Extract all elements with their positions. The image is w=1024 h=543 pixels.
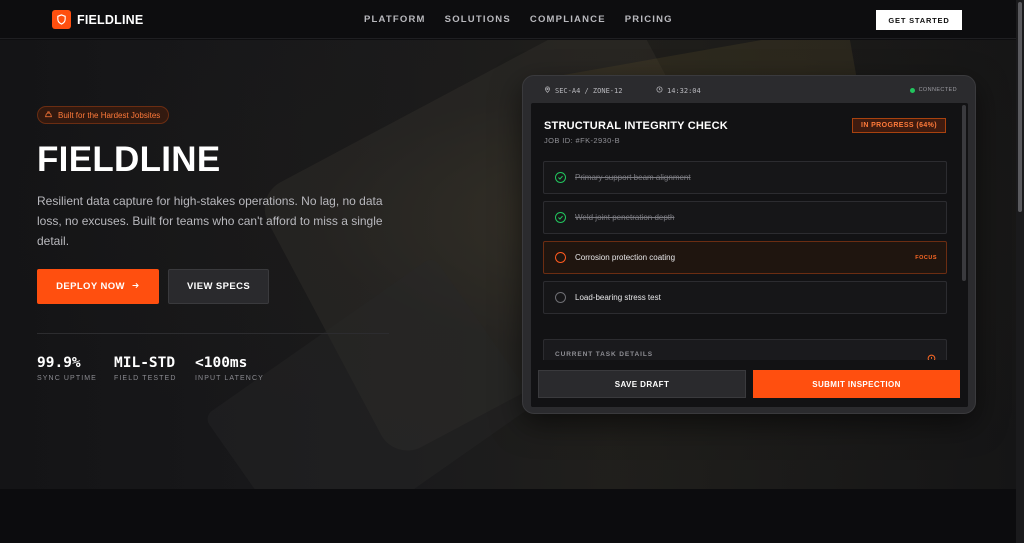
circle-icon <box>555 252 566 263</box>
stat-label: SYNC UPTIME <box>37 375 97 382</box>
screen-scrollbar[interactable] <box>962 105 966 281</box>
device-status-bar: SEC-A4 / ZONE-12 14:32:04 CONNECTED <box>523 76 975 103</box>
hero-divider <box>37 333 389 334</box>
stat-value: <100ms <box>195 355 248 371</box>
progress-badge: IN PROGRESS (64%) <box>852 118 946 133</box>
save-draft-button[interactable]: SAVE DRAFT <box>538 370 746 398</box>
get-started-button[interactable]: GET STARTED <box>876 10 962 30</box>
hero-description: Resilient data capture for high-stakes o… <box>37 194 383 248</box>
stat-field-tested: MIL-STD FIELD TESTED <box>114 355 176 382</box>
nav-link-compliance[interactable]: COMPLIANCE <box>530 14 606 25</box>
details-label: CURRENT TASK DETAILS <box>555 351 653 358</box>
stat-label: INPUT LATENCY <box>195 375 264 382</box>
task-item-4[interactable]: Load-bearing stress test <box>543 281 947 314</box>
nav-link-platform[interactable]: PLATFORM <box>364 14 426 25</box>
map-pin-icon <box>544 86 551 95</box>
stat-label: FIELD TESTED <box>114 375 177 382</box>
task-label: Load-bearing stress test <box>575 293 661 302</box>
task-item-2[interactable]: Weld joint penetration depth <box>543 201 947 234</box>
hero-badge-text: Built for the Hardest Jobsites <box>58 110 161 120</box>
submit-inspection-button[interactable]: SUBMIT INSPECTION <box>753 370 960 398</box>
task-label: Weld joint penetration depth <box>575 213 675 222</box>
nav-link-pricing[interactable]: PRICING <box>625 14 673 25</box>
shield-icon <box>52 10 71 29</box>
nav-link-solutions[interactable]: SOLUTIONS <box>445 14 511 25</box>
focus-tag: FOCUS <box>915 254 937 261</box>
task-item-1[interactable]: Primary support beam alignment <box>543 161 947 194</box>
location-text: SEC-A4 / ZONE-12 <box>555 86 623 95</box>
clock-icon <box>656 86 663 95</box>
stat-value: MIL-STD <box>114 355 176 371</box>
tablet-device: SEC-A4 / ZONE-12 14:32:04 CONNECTED STRU… <box>522 75 976 414</box>
time-readout: 14:32:04 <box>656 86 701 95</box>
circle-icon <box>555 292 566 303</box>
page-scrollbar-thumb[interactable] <box>1018 2 1022 212</box>
deploy-now-label: DEPLOY NOW <box>56 281 125 292</box>
location-readout: SEC-A4 / ZONE-12 <box>544 86 622 95</box>
check-circle-icon <box>555 172 566 183</box>
action-bar: SAVE DRAFT SUBMIT INSPECTION <box>531 360 968 407</box>
job-id: JOB ID: #FK-2930-B <box>544 136 620 145</box>
deploy-now-button[interactable]: DEPLOY NOW <box>37 269 159 304</box>
top-nav: FIELDLINE PLATFORM SOLUTIONS COMPLIANCE … <box>0 0 1016 39</box>
task-label: Corrosion protection coating <box>575 253 676 262</box>
view-specs-button[interactable]: VIEW SPECS <box>168 269 269 304</box>
check-title: STRUCTURAL INTEGRITY CHECK <box>544 120 728 132</box>
task-label: Primary support beam alignment <box>575 173 691 182</box>
hardhat-icon <box>44 106 53 124</box>
stat-sync-uptime: 99.9% SYNC UPTIME <box>37 355 97 382</box>
arrow-right-icon <box>131 281 140 293</box>
check-circle-icon <box>555 212 566 223</box>
connection-text: CONNECTED <box>918 87 957 93</box>
brand-name: FIELDLINE <box>77 12 144 27</box>
hero-badge: Built for the Hardest Jobsites <box>37 106 170 124</box>
stat-input-latency: <100ms INPUT LATENCY <box>195 355 264 382</box>
brand-logo[interactable]: FIELDLINE <box>52 10 143 29</box>
nav-links: PLATFORM SOLUTIONS COMPLIANCE PRICING <box>364 14 673 25</box>
device-screen: STRUCTURAL INTEGRITY CHECK JOB ID: #FK-2… <box>531 103 968 407</box>
hero-title: FIELDLINE <box>37 140 221 179</box>
next-section <box>0 489 1016 543</box>
stat-value: 99.9% <box>37 355 81 371</box>
time-text: 14:32:04 <box>667 86 701 95</box>
task-item-3[interactable]: Corrosion protection coating FOCUS <box>543 241 947 274</box>
connection-dot-icon <box>909 87 915 93</box>
connection-status: CONNECTED <box>909 87 957 93</box>
